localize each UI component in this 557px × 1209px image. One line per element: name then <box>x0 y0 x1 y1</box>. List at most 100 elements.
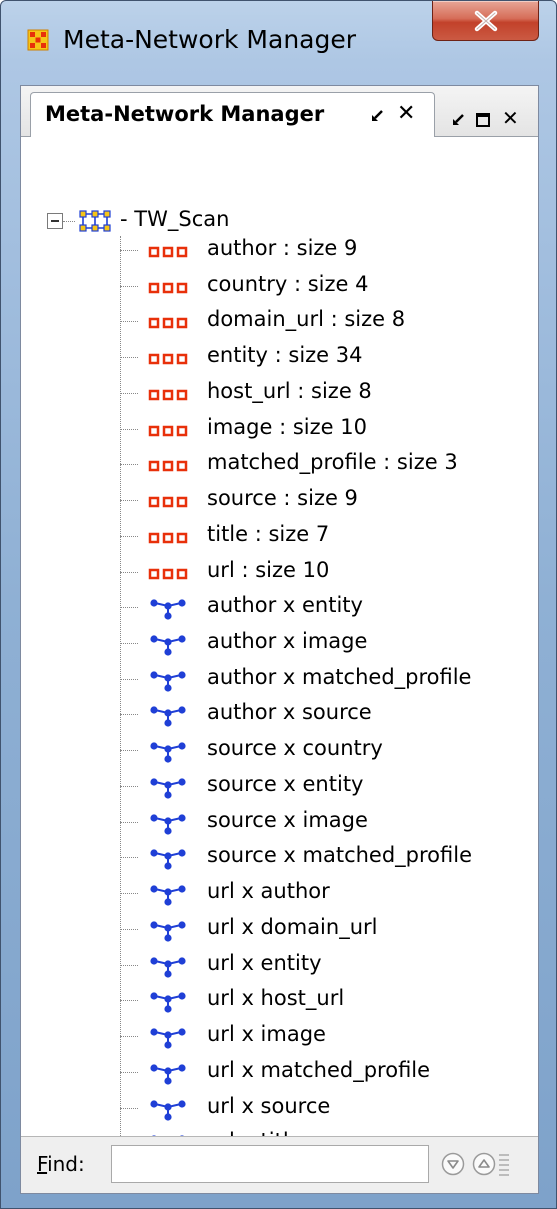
tree-item-nodeset[interactable]: author : size 9 <box>21 235 538 265</box>
find-options-icon[interactable] <box>498 1152 510 1178</box>
tree-item-label: author x entity <box>207 593 363 618</box>
nodeset-icon <box>148 425 188 436</box>
network-icon <box>150 742 186 763</box>
network-icon <box>150 671 186 692</box>
tree-item-nodeset[interactable]: host_url : size 8 <box>21 378 538 408</box>
tree-item-nodeset[interactable]: image : size 10 <box>21 414 538 444</box>
title-bar[interactable]: Meta-Network Manager <box>1 1 556 85</box>
nodeset-icon <box>148 496 188 508</box>
tree-connector <box>120 571 138 573</box>
tree-item-network[interactable]: url x host_url <box>21 985 538 1015</box>
tree-item-label: url x matched_profile <box>207 1057 431 1082</box>
tree-item-network[interactable]: author x source <box>21 699 538 729</box>
tree-connector <box>120 535 138 537</box>
meta-network-app-icon <box>27 29 49 51</box>
find-mnemonic: F <box>37 1152 48 1176</box>
tree-item-label: image : size 10 <box>207 414 367 439</box>
network-icon <box>150 992 186 1013</box>
tab-meta-network-manager[interactable]: Meta-Network Manager ✕ <box>30 92 435 137</box>
tree-connector <box>120 1107 138 1109</box>
network-icon <box>150 706 186 728</box>
tree-connector <box>120 464 138 466</box>
collapse-toggle[interactable] <box>47 213 63 229</box>
network-icon <box>150 599 186 620</box>
tree-item-label: url x source <box>207 1093 331 1118</box>
tree-item-nodeset[interactable]: country : size 4 <box>21 271 538 301</box>
tree-connector <box>120 857 138 859</box>
tree-item-network[interactable]: source x country <box>21 735 538 765</box>
tree-item-network[interactable]: url x image <box>21 1021 538 1051</box>
tree-item-network[interactable]: source x image <box>21 807 538 837</box>
tree-item-network[interactable]: author x matched_profile <box>21 664 538 694</box>
tree-item-network[interactable]: url x source <box>21 1093 538 1123</box>
tree-connector <box>120 928 138 930</box>
tree-item-nodeset[interactable]: domain_url : size 8 <box>21 306 538 336</box>
tree-item-network[interactable]: source x matched_profile <box>21 842 538 872</box>
tree-item-network[interactable]: url x matched_profile <box>21 1057 538 1087</box>
tree-item-nodeset[interactable]: matched_profile : size 3 <box>21 449 538 479</box>
find-previous-icon[interactable] <box>472 1152 496 1176</box>
find-input[interactable] <box>111 1145 429 1183</box>
tree-item-label: title : size 7 <box>207 521 330 546</box>
tree-item-nodeset[interactable]: entity : size 34 <box>21 342 538 372</box>
tree-connector <box>120 607 138 609</box>
tree-item-network[interactable]: author x entity <box>21 592 538 622</box>
network-icon <box>150 635 186 656</box>
window-close-button[interactable] <box>432 1 539 41</box>
meta-network-icon <box>79 210 111 232</box>
tree-item-network[interactable]: author x image <box>21 628 538 658</box>
tree-item-label: matched_profile : size 3 <box>207 450 458 475</box>
tree-connector <box>120 821 138 823</box>
find-label: Find: <box>37 1152 85 1176</box>
maximize-icon[interactable] <box>476 113 490 127</box>
tree-item-network[interactable]: source x entity <box>21 771 538 801</box>
nodeset-icon <box>148 389 188 401</box>
network-icon <box>150 921 186 942</box>
tree-connector <box>120 893 138 895</box>
tree-item-network[interactable]: url x entity <box>21 950 538 980</box>
tree-connector <box>63 221 75 222</box>
tree-connector <box>120 392 138 394</box>
tree-connector <box>120 964 138 966</box>
tree-item-label: url x entity <box>207 950 322 975</box>
tree-connector <box>120 714 138 716</box>
network-icon <box>150 778 186 799</box>
tree-item-network[interactable]: url x domain_url <box>21 914 538 944</box>
undock-icon[interactable] <box>369 108 385 124</box>
tree-connector <box>120 1036 138 1038</box>
tree-connector <box>120 428 138 430</box>
tree-connector <box>120 678 138 680</box>
network-icon <box>150 849 186 871</box>
tree-item-label: author x source <box>207 700 372 725</box>
panel-close-icon[interactable]: ✕ <box>502 108 519 128</box>
tree-connector <box>120 500 138 502</box>
tree-item-label: url : size 10 <box>207 557 330 582</box>
tree-connector <box>120 1071 138 1073</box>
nodeset-icon <box>148 532 188 544</box>
tree-item-label: author x matched_profile <box>207 664 472 689</box>
tree-connector <box>120 285 138 287</box>
network-icon <box>150 1099 186 1121</box>
tree-root-label[interactable]: - TW_Scan <box>120 207 229 231</box>
close-icon <box>474 10 497 31</box>
tree-item-label: source x matched_profile <box>207 843 473 868</box>
tree-item-label: url x domain_url <box>207 914 378 939</box>
tree-item-nodeset[interactable]: title : size 7 <box>21 521 538 551</box>
tree-connector <box>120 750 138 752</box>
tree-item-network[interactable]: url x author <box>21 878 538 908</box>
tree-item-label: host_url : size 8 <box>207 378 372 403</box>
nodeset-icon <box>148 282 188 293</box>
nodeset-icon <box>148 568 188 579</box>
tree-connector <box>120 250 138 251</box>
tab-close-icon[interactable]: ✕ <box>397 103 415 125</box>
tree-item-nodeset[interactable]: source : size 9 <box>21 485 538 515</box>
nodeset-icon <box>148 461 188 472</box>
tree-item-label: source x entity <box>207 771 364 796</box>
find-next-icon[interactable] <box>441 1152 465 1176</box>
root-name: TW_Scan <box>134 207 230 231</box>
tree-connector <box>120 357 138 359</box>
network-icon <box>150 1064 186 1085</box>
tree-item-nodeset[interactable]: url : size 10 <box>21 557 538 587</box>
tree-item-label: author : size 9 <box>207 236 358 260</box>
undock-icon[interactable] <box>451 113 465 127</box>
